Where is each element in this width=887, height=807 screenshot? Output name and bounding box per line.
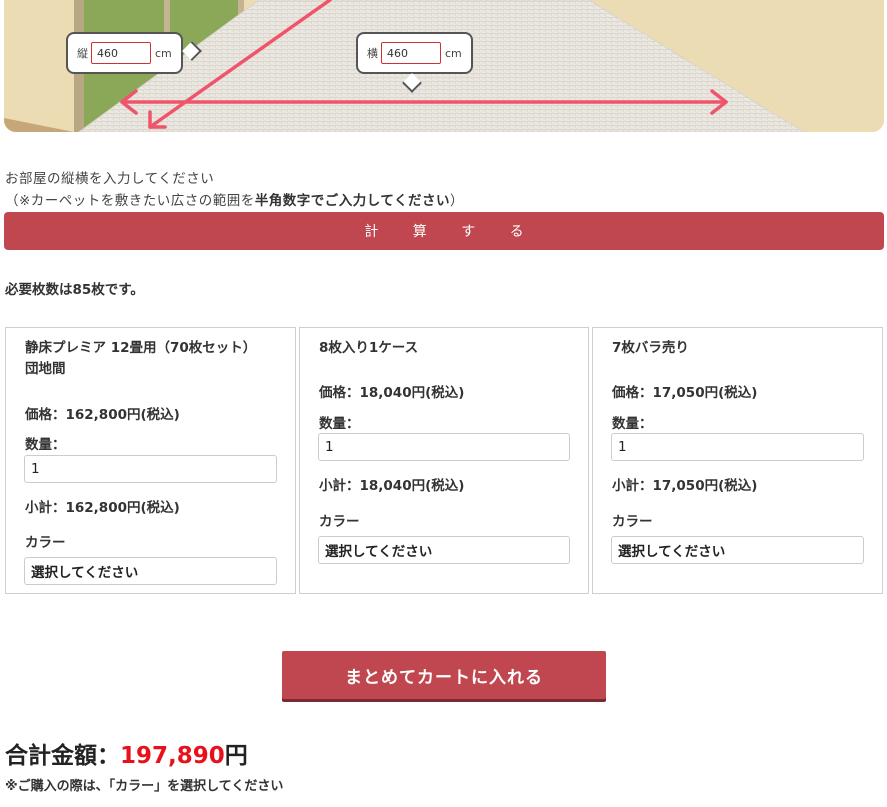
calculate-button[interactable]: 計 算 す る bbox=[4, 212, 884, 250]
total-yen: 円 bbox=[224, 743, 248, 769]
length-unit: cm bbox=[155, 46, 172, 60]
product-name-line2: 団地間 bbox=[25, 361, 66, 377]
color-label: カラー bbox=[25, 535, 66, 551]
total-label: 合計金額： bbox=[5, 743, 120, 769]
instruction-suffix: ） bbox=[450, 193, 465, 209]
product-subtotal: 小計：18,040円(税込) bbox=[319, 478, 465, 494]
width-unit: cm bbox=[445, 46, 462, 60]
quantity-label: 数量： bbox=[612, 416, 653, 432]
instruction-bold: 半角数字でご入力してください bbox=[254, 193, 451, 209]
product-name: 7枚バラ売り bbox=[612, 338, 689, 359]
room-illustration: 縦 cm 横 cm bbox=[4, 0, 884, 132]
product-name: 8枚入り1ケース bbox=[319, 338, 418, 359]
add-all-to-cart-button[interactable]: まとめてカートに入れる bbox=[282, 651, 606, 699]
quantity-label: 数量： bbox=[25, 437, 66, 453]
product-card-set: 静床プレミア 12畳用（70枚セット） 団地間 価格：162,800円(税込) … bbox=[5, 327, 296, 594]
room-size-instructions: お部屋の縦横を入力してください （※カーペットを敷きたい広さの範囲を半角数字でご… bbox=[5, 168, 464, 212]
color-label: カラー bbox=[319, 514, 360, 530]
product-price: 価格：18,040円(税込) bbox=[319, 385, 465, 401]
product-name-line1: 7枚バラ売り bbox=[612, 340, 689, 356]
product-price: 価格：162,800円(税込) bbox=[25, 407, 180, 423]
product-price: 価格：17,050円(税込) bbox=[612, 385, 758, 401]
product-cards: 静床プレミア 12畳用（70枚セット） 団地間 価格：162,800円(税込) … bbox=[5, 327, 883, 594]
product-name-line1: 静床プレミア 12畳用（70枚セット） bbox=[25, 340, 257, 356]
purchase-note: ※ご購入の際は、「カラー」を選択してください bbox=[5, 779, 284, 794]
product-subtotal: 小計：17,050円(税込) bbox=[612, 478, 758, 494]
width-input[interactable] bbox=[381, 42, 441, 64]
product-name: 静床プレミア 12畳用（70枚セット） 団地間 bbox=[25, 338, 256, 380]
quantity-input[interactable]: 1 bbox=[24, 455, 277, 483]
color-select[interactable]: 選択してください bbox=[611, 536, 864, 564]
total-amount: 合計金額：197,890円 bbox=[5, 736, 248, 770]
product-card-loose: 7枚バラ売り 価格：17,050円(税込) 数量： 1 小計：17,050円(税… bbox=[592, 327, 883, 594]
length-input[interactable] bbox=[91, 42, 151, 64]
quantity-label: 数量： bbox=[319, 416, 360, 432]
total-value: 197,890 bbox=[120, 743, 225, 769]
width-label: 横 bbox=[367, 47, 378, 60]
color-select[interactable]: 選択してください bbox=[24, 557, 277, 585]
product-name-line1: 8枚入り1ケース bbox=[319, 340, 419, 356]
color-select[interactable]: 選択してください bbox=[318, 536, 570, 564]
instruction-line-2: （※カーペットを敷きたい広さの範囲を半角数字でご入力してください） bbox=[5, 190, 464, 212]
instruction-prefix: （※カーペットを敷きたい広さの範囲を bbox=[5, 193, 255, 209]
length-label: 縦 bbox=[77, 47, 88, 60]
required-count-text: 必要枚数は85枚です。 bbox=[5, 282, 144, 298]
product-card-case: 8枚入り1ケース 価格：18,040円(税込) 数量： 1 小計：18,040円… bbox=[299, 327, 589, 594]
quantity-input[interactable]: 1 bbox=[611, 433, 864, 461]
quantity-input[interactable]: 1 bbox=[318, 433, 570, 461]
width-input-box: 横 cm bbox=[356, 32, 473, 74]
instruction-line-1: お部屋の縦横を入力してください bbox=[5, 171, 215, 187]
color-label: カラー bbox=[612, 514, 653, 530]
length-input-box: 縦 cm bbox=[66, 32, 183, 74]
product-subtotal: 小計：162,800円(税込) bbox=[25, 500, 180, 516]
